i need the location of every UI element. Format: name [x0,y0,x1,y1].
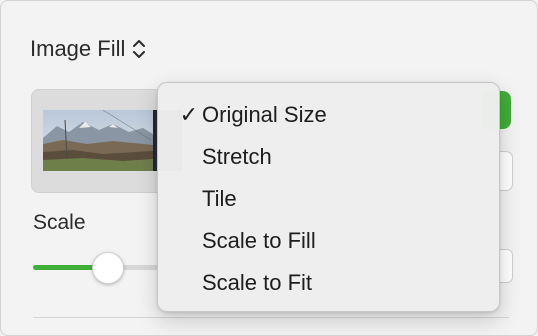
menu-item-label: Scale to Fit [202,270,313,295]
menu-item-scale-to-fit[interactable]: Scale to Fit [158,262,499,304]
menu-item-tile[interactable]: Tile [158,178,499,220]
menu-item-stretch[interactable]: Stretch [158,136,499,178]
fill-type-label: Image Fill [30,36,126,61]
section-divider [33,317,509,318]
format-sidebar-panel: Image Fill Scale ✓ Original Size Stretch… [0,0,538,336]
menu-item-original-size[interactable]: ✓ Original Size [158,94,499,136]
chevron-up-down-icon [133,40,146,58]
menu-item-label: Original Size [202,102,327,127]
menu-item-label: Scale to Fill [202,228,316,253]
fill-type-popup[interactable]: Image Fill [30,34,146,64]
image-thumbnail [43,110,153,171]
menu-item-label: Tile [202,186,237,211]
menu-item-label: Stretch [202,144,272,169]
menu-item-scale-to-fill[interactable]: Scale to Fill [158,220,499,262]
fill-mode-menu: ✓ Original Size Stretch Tile Scale to Fill Sc… [157,82,500,312]
checkmark-icon: ✓ [179,102,198,127]
scale-label: Scale [33,211,86,234]
scale-slider-knob[interactable] [92,252,124,284]
scale-slider[interactable] [33,252,173,284]
